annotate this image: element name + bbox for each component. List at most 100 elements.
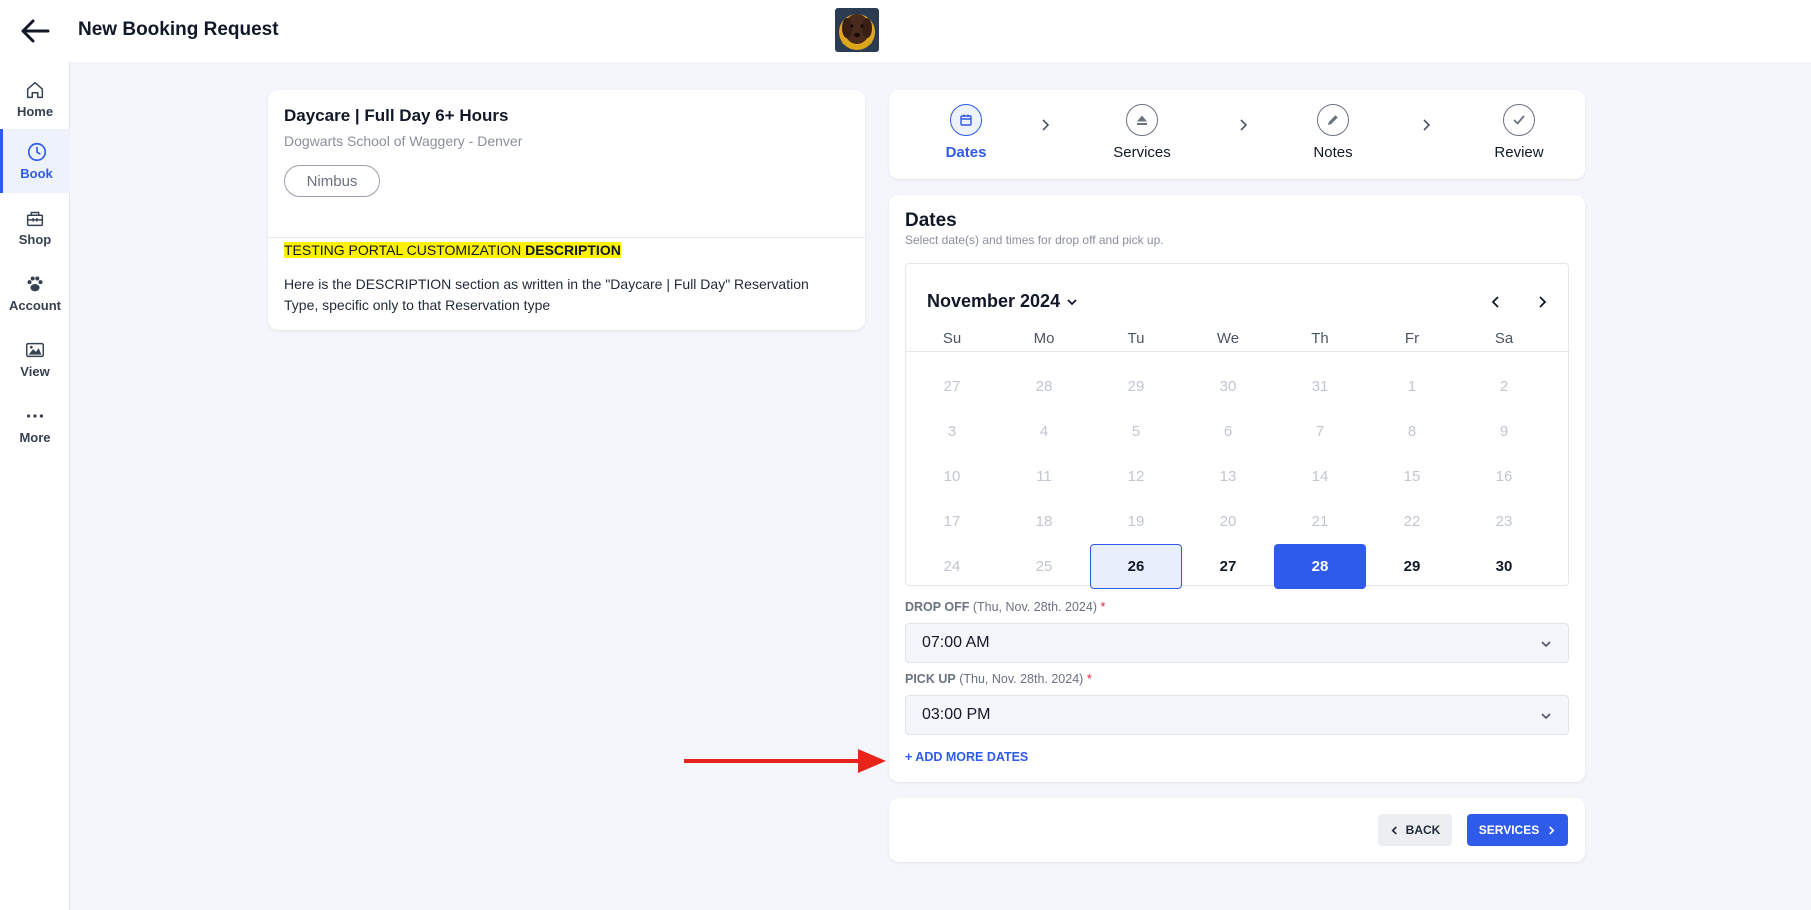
sidebar-item-more[interactable]: More [0, 393, 70, 457]
dog-avatar-icon[interactable] [835, 8, 879, 52]
calendar-day-disabled: 27 [943, 378, 961, 395]
chevron-right-icon [1549, 825, 1555, 835]
pet-chip[interactable]: Nimbus [284, 165, 380, 197]
image-icon [26, 342, 44, 358]
next-button-label: SERVICES [1478, 823, 1540, 837]
service-location: Dogwarts School of Waggery - Denver [284, 133, 523, 149]
calendar-day-disabled: 6 [1223, 423, 1233, 440]
calendar-day-disabled: 19 [1127, 513, 1145, 530]
sidebar-item-label: Shop [18, 232, 52, 247]
drop-off-label: DROP OFF (Thu, Nov. 28th. 2024) * [905, 600, 1105, 614]
drop-off-date: (Thu, Nov. 28th. 2024) [972, 600, 1097, 614]
calendar-day-disabled: 29 [1127, 378, 1145, 395]
calendar: November 2024 Su Mo Tu We Th Fr Sa 27 28 29 30 31 1… [905, 263, 1570, 589]
calendar-day-disabled: 18 [1035, 513, 1053, 530]
calendar-day-today[interactable]: 26 [1090, 544, 1182, 589]
chevron-left-icon [1491, 296, 1499, 308]
sidebar-item-label: More [19, 430, 51, 445]
sidebar-item-view[interactable]: View [0, 327, 70, 391]
sidebar-item-book[interactable]: Book [0, 129, 70, 193]
weekday-label: Tu [1127, 330, 1145, 347]
step-label: Services [1113, 144, 1171, 161]
weekday-label: Sa [1494, 330, 1514, 347]
sidebar-item-label: Book [20, 166, 53, 181]
step-notes[interactable]: Notes [1273, 104, 1393, 161]
month-selector[interactable]: November 2024 [927, 291, 1078, 312]
check-icon [1503, 104, 1535, 136]
services-next-button[interactable]: SERVICES [1467, 814, 1568, 846]
home-icon [26, 81, 44, 99]
sidebar-item-home[interactable]: Home [0, 67, 70, 131]
chevron-down-icon [1541, 713, 1551, 720]
chevron-down-icon [1067, 298, 1077, 305]
step-services[interactable]: Services [1082, 104, 1202, 161]
sidebar-nav: Home Book Shop Account View More [0, 62, 70, 910]
step-label: Dates [945, 144, 987, 161]
weekday-label: Th [1311, 330, 1329, 347]
calendar-icon [950, 104, 982, 136]
calendar-day-disabled: 11 [1036, 468, 1052, 485]
chevron-right-icon [1423, 119, 1431, 131]
next-month-button[interactable] [1529, 289, 1555, 315]
annotation-arrow-icon [684, 749, 886, 773]
calendar-day-disabled: 8 [1407, 423, 1417, 440]
calendar-day-disabled: 10 [943, 468, 961, 485]
sidebar-item-account[interactable]: Account [0, 261, 70, 325]
back-button[interactable]: BACK [1378, 814, 1452, 846]
calendar-day-disabled: 17 [943, 513, 961, 530]
calendar-day[interactable]: 29 [1366, 544, 1458, 589]
calendar-day-disabled: 24 [943, 558, 961, 575]
booking-steps: Dates Services Notes Review [889, 90, 1585, 179]
chevron-right-icon [1240, 119, 1248, 131]
drop-off-time-value: 07:00 AM [922, 634, 990, 651]
page-title: New Booking Request [78, 19, 279, 40]
calendar-day-disabled: 9 [1499, 423, 1509, 440]
shop-icon [26, 211, 44, 227]
service-description-card: Daycare | Full Day 6+ Hours Dogwarts Sch… [268, 90, 865, 330]
weekday-label: We [1216, 330, 1240, 347]
pencil-icon [1317, 104, 1349, 136]
calendar-day-selected[interactable]: 28 [1274, 544, 1366, 589]
prev-month-button[interactable] [1483, 289, 1509, 315]
step-dates[interactable]: Dates [906, 104, 1026, 161]
dates-panel: Dates Select date(s) and times for drop … [889, 195, 1585, 782]
calendar-day-disabled: 28 [1035, 378, 1053, 395]
calendar-day-disabled: 3 [947, 423, 957, 440]
pick-up-time-value: 03:00 PM [922, 706, 991, 723]
weekday-label: Mo [1033, 330, 1055, 347]
top-bar: New Booking Request [0, 0, 1811, 62]
clock-icon [27, 142, 46, 162]
drop-off-time-select[interactable]: 07:00 AM [905, 623, 1569, 663]
sidebar-item-shop[interactable]: Shop [0, 195, 70, 259]
step-label: Review [1494, 144, 1544, 161]
calendar-day-disabled: 15 [1403, 468, 1421, 485]
calendar-day-disabled: 13 [1219, 468, 1237, 485]
calendar-day-disabled: 12 [1127, 468, 1145, 485]
divider [268, 237, 865, 238]
dates-title: Dates [905, 210, 957, 231]
drop-off-label-text: DROP OFF [905, 600, 970, 614]
calendar-day-disabled: 7 [1315, 423, 1325, 440]
calendar-day[interactable]: 27 [1182, 544, 1274, 589]
calendar-day[interactable]: 30 [1458, 544, 1550, 589]
weekday-label: Su [942, 330, 962, 347]
chevron-right-icon [1042, 119, 1050, 131]
pick-up-time-select[interactable]: 03:00 PM [905, 695, 1569, 735]
dates-subtitle: Select date(s) and times for drop off an… [905, 233, 1164, 247]
calendar-day-disabled: 30 [1219, 378, 1237, 395]
back-arrow-icon[interactable] [18, 14, 52, 48]
required-marker: * [1100, 600, 1106, 614]
highlight-bold-text: DESCRIPTION [525, 242, 621, 258]
required-marker: * [1086, 672, 1092, 686]
pick-up-date: (Thu, Nov. 28th. 2024) [959, 672, 1084, 686]
pick-up-label-text: PICK UP [905, 672, 956, 686]
actions-bar: BACK SERVICES [889, 798, 1585, 862]
eject-icon [1126, 104, 1158, 136]
calendar-day-disabled: 25 [1035, 558, 1053, 575]
add-more-dates-link[interactable]: + ADD MORE DATES [905, 750, 1028, 764]
calendar-day-disabled: 20 [1219, 513, 1237, 530]
step-label: Notes [1313, 144, 1353, 161]
weekday-header: Su Mo Tu We Th Fr Sa [906, 330, 1570, 352]
calendar-day-disabled: 4 [1039, 423, 1049, 440]
step-review[interactable]: Review [1459, 104, 1579, 161]
